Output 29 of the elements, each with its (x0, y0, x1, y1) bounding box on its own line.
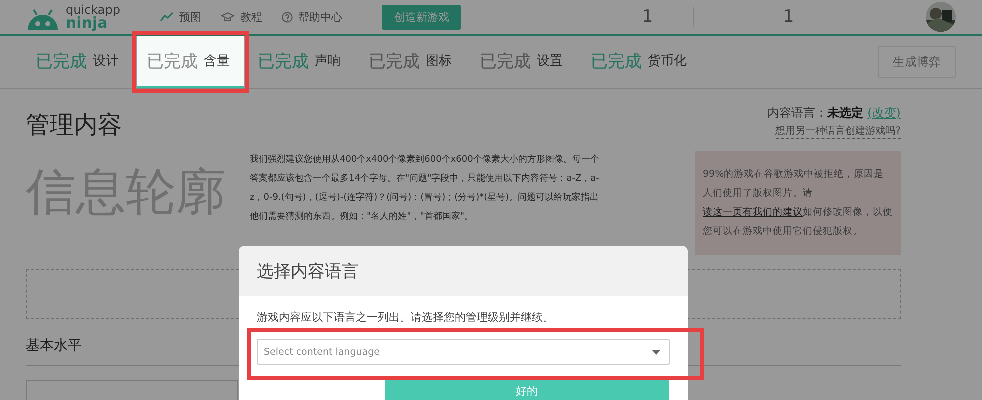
step-tab[interactable]: 已完成 图标 (359, 36, 466, 88)
nav-link[interactable]: 教程 (221, 10, 262, 24)
stat-value: 1 (553, 7, 694, 27)
step-tab[interactable]: 已完成 货币化 (581, 36, 701, 88)
stat-value: 1 (782, 7, 796, 27)
step-tab[interactable]: 已完成 设计 (26, 36, 133, 88)
graduation-cap-icon (221, 12, 236, 22)
nav-link[interactable]: 预图 (160, 10, 202, 24)
language-value: 未选定 (828, 105, 864, 122)
logo-text: quickapp (66, 4, 120, 16)
language-select[interactable]: Select content language (257, 339, 670, 365)
trend-icon (160, 12, 174, 22)
dialog-message: 游戏内容应以下语言之一列出。请选择您的管理级别并继续。 (257, 310, 555, 325)
logo-text: ninja (66, 16, 108, 30)
input-field[interactable] (26, 380, 238, 400)
other-language-link[interactable]: 想用另一种语言创建游戏吗? (776, 124, 901, 139)
create-game-button[interactable]: 创造新游戏 (382, 4, 462, 30)
advice-link[interactable]: 读这一页有我们的建议 (703, 207, 803, 218)
nav-link[interactable]: 帮助中心 (282, 10, 342, 24)
instructions-text: 我们强烈建议您使用从400个x400个像素到600个x600个像素大小的方形图像。每一个答案都应该包含一个最多14个字母。在"问题"字段中，只能使用以下内容符号：a-Z，a-z，0-9.(句号)，(逗号)-(连字符)？(问号)：(冒号)；(分号)*(星号)。问题可以给玩家指出他们需要猜测的东西。例如："名人的姓"，"首都国家"。 (250, 154, 600, 224)
step-tab[interactable]: 已完成 设置 (470, 36, 577, 88)
copyright-notice: 99%的游戏在谷歌游戏中被拒绝，原因是人们使用了版权图片。请 读这一页有我们的建议如何修改图像，以便您可以在游戏中使用它们侵犯版权。 (695, 151, 901, 255)
page-title: 管理内容 (26, 110, 122, 141)
language-label: 内容语言： (768, 105, 828, 122)
step-tab[interactable]: 已完成 声响 (248, 36, 355, 88)
caret-icon (652, 350, 661, 354)
change-link[interactable]: (改变) (868, 105, 901, 122)
dialog-title: 选择内容语言 (257, 260, 359, 282)
help-icon (282, 12, 294, 22)
